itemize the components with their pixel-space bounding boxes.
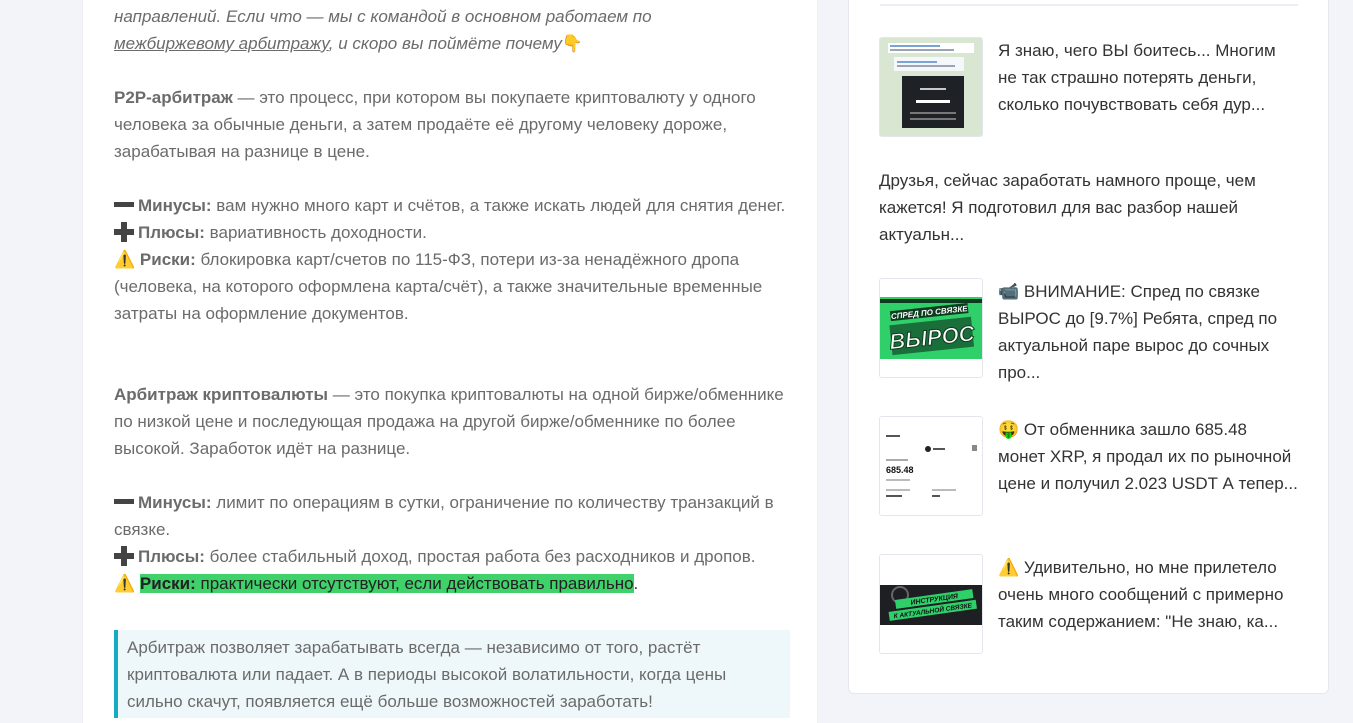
plus-icon: [114, 545, 134, 566]
p2p-term: P2P-арбитраж: [114, 88, 233, 107]
p2p-minus-label: Минусы:: [138, 196, 212, 215]
crypto-term: Арбитраж криптовалюты: [114, 385, 329, 404]
post-title[interactable]: Я знаю, чего ВЫ боитесь... Многим не так…: [998, 37, 1298, 118]
minus-icon: [114, 499, 134, 505]
intro-paragraph: направлений. Если что — мы с командой в …: [114, 3, 794, 57]
spread-banner-image: СПРЕД ПО СВЯЗКЕ ВЫРОС: [880, 279, 982, 377]
article-panel: направлений. Если что — мы с командой в …: [83, 0, 817, 723]
quote-text: Арбитраж позволяет зарабатывать всегда —…: [127, 638, 727, 711]
post-title[interactable]: 📹 ВНИМАНИЕ: Спред по связке ВЫРОС до [9.…: [998, 278, 1298, 386]
intro-link[interactable]: межбиржевому арбитражу: [114, 34, 329, 53]
chat-screenshot-image: [880, 38, 982, 136]
sidebar-post-title[interactable]: Друзья, сейчас заработать намного проще,…: [879, 167, 1289, 248]
crypto-minus-text: лимит по операциям в сутки, ограничение …: [114, 493, 774, 539]
crypto-risk-label: Риски:: [139, 574, 196, 593]
post-thumbnail[interactable]: 685.48: [879, 416, 983, 516]
pointing-down-icon: 👇: [561, 34, 584, 53]
post-title[interactable]: 🤑 От обменника зашло 685.48 монет XRP, я…: [998, 416, 1298, 497]
crypto-paragraph: Арбитраж криптовалюты — это покупка крип…: [114, 381, 794, 462]
p2p-risk-text: блокировка карт/счетов по 115-ФЗ, потери…: [114, 250, 763, 323]
crypto-risk-end: .: [633, 574, 639, 593]
p2p-risk-label: Риски:: [139, 250, 196, 269]
intro-rest: , и скоро вы поймёте почему: [328, 34, 562, 53]
wallet-screenshot-image: 685.48: [880, 417, 982, 515]
post-thumbnail[interactable]: [879, 37, 983, 137]
post-thumbnail[interactable]: СПРЕД ПО СВЯЗКЕ ВЫРОС: [879, 278, 983, 378]
post-title[interactable]: ⚠️ Удивительно, но мне прилетело очень м…: [998, 554, 1298, 635]
blockquote: Арбитраж позволяет зарабатывать всегда —…: [114, 630, 790, 718]
crypto-pros-cons: Минусы: лимит по операциям в сутки, огра…: [114, 489, 794, 597]
minus-icon: [114, 202, 134, 208]
intro-text: направлений. Если что — мы с командой в …: [114, 7, 652, 26]
warning-icon: ⚠️: [114, 574, 136, 593]
p2p-plus-label: Плюсы:: [138, 223, 205, 242]
crypto-plus-text: более стабильный доход, простая работа б…: [204, 547, 756, 566]
sidebar-divider: [880, 4, 1298, 6]
p2p-pros-cons: Минусы: вам нужно много карт и счётов, а…: [114, 192, 794, 327]
thumb-amount: 685.48: [886, 465, 914, 475]
instruction-banner-image: ИНСТРУКЦИЯ К АКТУАЛЬНОЙ СВЯЗКЕ: [880, 555, 982, 653]
post-thumbnail[interactable]: ИНСТРУКЦИЯ К АКТУАЛЬНОЙ СВЯЗКЕ: [879, 554, 983, 654]
crypto-minus-label: Минусы:: [138, 493, 212, 512]
highlighted-risk: Риски: практически отсутствуют, если дей…: [139, 574, 634, 593]
warning-icon: ⚠️: [114, 250, 136, 269]
p2p-minus-text: вам нужно много карт и счётов, а также и…: [211, 196, 786, 215]
crypto-risk-text: практически отсутствуют, если действоват…: [195, 574, 634, 593]
p2p-paragraph: P2P-арбитраж — это процесс, при котором …: [114, 84, 794, 165]
plus-icon: [114, 221, 134, 242]
crypto-plus-label: Плюсы:: [138, 547, 205, 566]
p2p-plus-text: вариативность доходности.: [204, 223, 427, 242]
